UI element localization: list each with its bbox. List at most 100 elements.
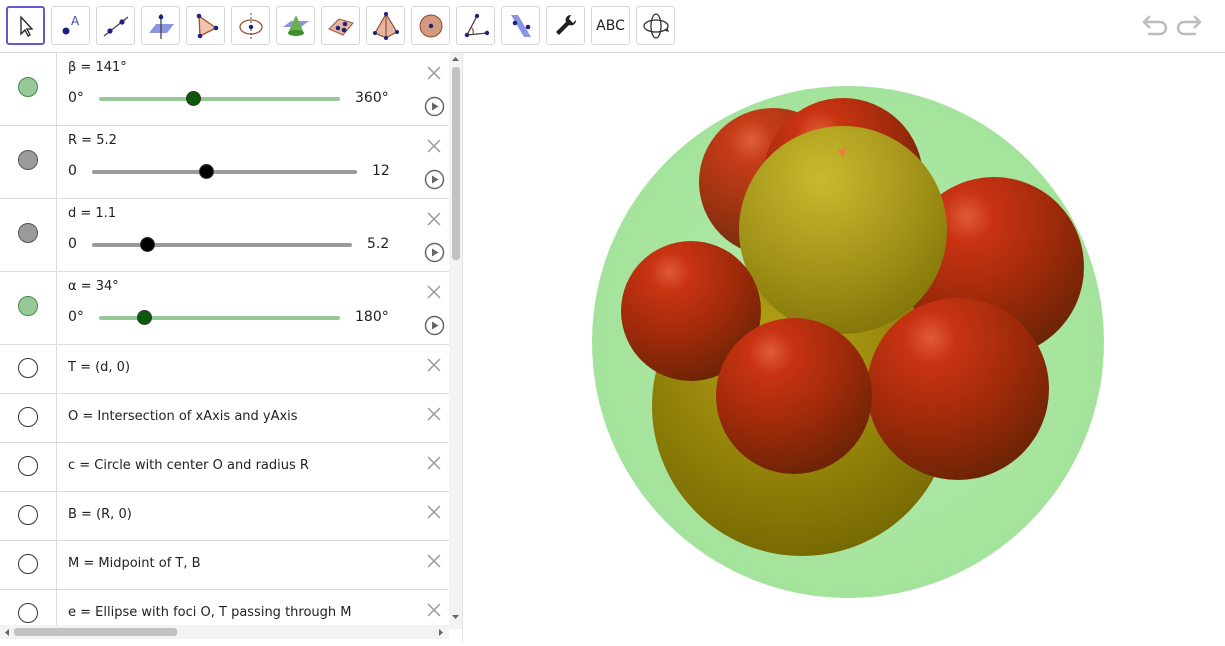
definition-text: e = Ellipse with foci O, T passing throu… xyxy=(68,605,352,620)
visibility-toggle[interactable] xyxy=(18,554,38,574)
red-sphere xyxy=(716,318,872,474)
line-tool-icon xyxy=(103,15,128,37)
delete-icon[interactable] xyxy=(425,356,443,374)
visibility-toggle[interactable] xyxy=(18,150,38,170)
marble-column xyxy=(0,492,57,540)
slider-track[interactable] xyxy=(92,170,357,174)
slider-label: d = 1.1 xyxy=(68,206,117,221)
slider-row-d: d = 1.1 0 5.2 xyxy=(0,199,449,272)
point-tool-button[interactable]: A xyxy=(51,6,90,45)
scroll-right-icon[interactable] xyxy=(437,628,445,637)
horizontal-scrollbar[interactable] xyxy=(0,625,449,639)
line-tool-button[interactable] xyxy=(96,6,135,45)
delete-icon[interactable] xyxy=(425,405,443,423)
slider-label: β = 141° xyxy=(68,60,127,75)
undo-icon xyxy=(1142,15,1168,36)
definition-row[interactable]: c = Circle with center O and radius R xyxy=(0,443,449,492)
angle-tool-button[interactable] xyxy=(456,6,495,45)
visibility-toggle[interactable] xyxy=(18,603,38,623)
delete-icon[interactable] xyxy=(425,503,443,521)
intersect-curve-tool-button[interactable] xyxy=(276,6,315,45)
slider-track[interactable] xyxy=(99,97,340,101)
perpendicular-plane-tool-icon xyxy=(148,13,174,39)
move-tool-icon xyxy=(19,14,33,37)
sphere-tool-button[interactable] xyxy=(411,6,450,45)
sphere-tool-icon xyxy=(419,14,442,37)
visibility-toggle[interactable] xyxy=(18,407,38,427)
toolbar: A ABC xyxy=(0,0,1225,53)
delete-icon[interactable] xyxy=(425,137,443,155)
definition-row[interactable]: M = Midpoint of T, B xyxy=(0,541,449,590)
intersect-curve-tool-icon xyxy=(282,14,309,36)
marble-column xyxy=(0,126,57,198)
svg-text:A: A xyxy=(71,14,80,28)
small-yellow-sphere xyxy=(739,126,947,334)
definition-row[interactable]: B = (R, 0) xyxy=(0,492,449,541)
plane-through-points-tool-icon xyxy=(327,17,354,36)
move-tool-button[interactable] xyxy=(6,6,45,45)
visibility-toggle[interactable] xyxy=(18,223,38,243)
slider-min: 0° xyxy=(68,90,84,106)
view-divider[interactable] xyxy=(462,53,472,642)
visibility-toggle[interactable] xyxy=(18,505,38,525)
play-icon[interactable] xyxy=(424,315,445,336)
delete-icon[interactable] xyxy=(425,210,443,228)
rotate-view-tool-button[interactable] xyxy=(636,6,675,45)
delete-icon[interactable] xyxy=(425,601,443,619)
slider-row-beta: β = 141° 0° 360° xyxy=(0,53,449,126)
reflect-plane-tool-button[interactable] xyxy=(501,6,540,45)
slider-max: 12 xyxy=(372,163,390,179)
slider-max: 360° xyxy=(355,90,389,106)
marble-column xyxy=(0,53,57,125)
marble-column xyxy=(0,272,57,344)
vertical-scroll-thumb[interactable] xyxy=(452,67,460,260)
definition-text: B = (R, 0) xyxy=(68,507,132,522)
scroll-left-icon[interactable] xyxy=(3,628,11,637)
circle-axis-tool-button[interactable] xyxy=(231,6,270,45)
delete-icon[interactable] xyxy=(425,552,443,570)
delete-icon[interactable] xyxy=(425,64,443,82)
slider-knob[interactable] xyxy=(199,164,215,179)
definition-text: T = (d, 0) xyxy=(68,360,131,375)
definition-row[interactable]: O = Intersection of xAxis and yAxis xyxy=(0,394,449,443)
definition-row[interactable]: T = (d, 0) xyxy=(0,345,449,394)
graphics-3d-view[interactable] xyxy=(472,53,1225,642)
scroll-down-icon[interactable] xyxy=(451,613,460,621)
pyramid-tool-button[interactable] xyxy=(366,6,405,45)
scroll-up-icon[interactable] xyxy=(451,55,460,63)
red-sphere xyxy=(867,298,1049,480)
redo-button[interactable] xyxy=(1176,10,1206,44)
slider-knob[interactable] xyxy=(139,237,155,252)
definition-row[interactable]: e = Ellipse with foci O, T passing throu… xyxy=(0,590,449,629)
rotate-view-tool-icon xyxy=(642,12,669,39)
visibility-toggle[interactable] xyxy=(18,456,38,476)
play-icon[interactable] xyxy=(424,242,445,263)
marble-column xyxy=(0,443,57,491)
play-icon[interactable] xyxy=(424,96,445,117)
slider-row-r: R = 5.2 0 12 xyxy=(0,126,449,199)
marble-column xyxy=(0,590,57,629)
delete-icon[interactable] xyxy=(425,454,443,472)
slider-knob[interactable] xyxy=(185,91,201,106)
reflect-plane-tool-icon xyxy=(510,14,531,37)
plane-through-points-tool-button[interactable] xyxy=(321,6,360,45)
play-icon[interactable] xyxy=(424,169,445,190)
horizontal-scroll-thumb[interactable] xyxy=(14,628,177,636)
slider-track[interactable] xyxy=(92,243,352,247)
text-tool-button[interactable]: ABC xyxy=(591,6,630,45)
marble-column xyxy=(0,394,57,442)
undo-button[interactable] xyxy=(1138,10,1168,44)
perpendicular-plane-tool-button[interactable] xyxy=(141,6,180,45)
settings-tool-button[interactable] xyxy=(546,6,585,45)
polygon-tool-button[interactable] xyxy=(186,6,225,45)
slider-max: 5.2 xyxy=(367,236,390,252)
vertical-scrollbar[interactable] xyxy=(449,53,462,629)
slider-track[interactable] xyxy=(99,316,340,320)
slider-knob[interactable] xyxy=(137,310,153,325)
visibility-toggle[interactable] xyxy=(18,296,38,316)
visibility-toggle[interactable] xyxy=(18,77,38,97)
delete-icon[interactable] xyxy=(425,283,443,301)
visibility-toggle[interactable] xyxy=(18,358,38,378)
slider-row-alpha: α = 34° 0° 180° xyxy=(0,272,449,345)
definition-text: M = Midpoint of T, B xyxy=(68,556,201,571)
